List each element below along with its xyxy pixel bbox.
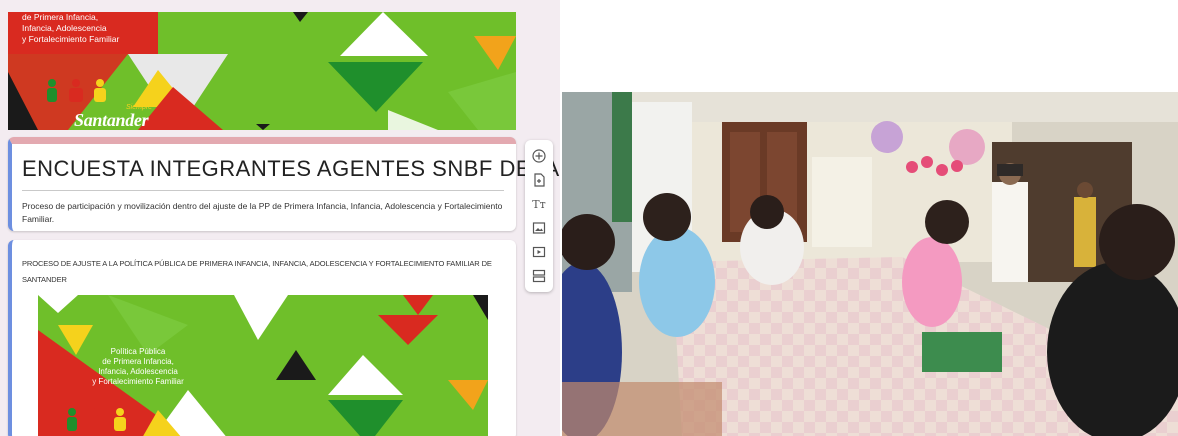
header-banner: de Primera Infancia, Infancia, Adolescen…: [8, 12, 516, 130]
form-description[interactable]: Proceso de participación y movilización …: [22, 200, 504, 226]
question-image-text: Política Pública de Primera Infancia, In…: [78, 347, 198, 387]
image-line-1: Política Pública: [110, 347, 166, 356]
workshop-photo: [562, 92, 1178, 436]
banner-line-2: Infancia, Adolescencia: [22, 23, 107, 33]
image-line-4: y Fortalecimiento Familiar: [92, 377, 184, 386]
question-card[interactable]: PROCESO DE AJUSTE A LA POLÍTICA PÚBLICA …: [8, 240, 516, 436]
image-line-3: Infancia, Adolescencia: [98, 367, 178, 376]
video-icon[interactable]: [529, 242, 549, 262]
banner-line-1: de Primera Infancia,: [22, 12, 99, 22]
question-text[interactable]: PROCESO DE AJUSTE A LA POLÍTICA PÚBLICA …: [22, 256, 504, 288]
form-header-card[interactable]: ENCUESTA INTEGRANTES AGENTES SNBF DEPART…: [8, 137, 560, 231]
form-title[interactable]: ENCUESTA INTEGRANTES AGENTES SNBF DEPART…: [22, 156, 560, 191]
title-icon[interactable]: Tт: [529, 194, 549, 214]
section-icon[interactable]: [529, 266, 549, 286]
image-icon[interactable]: [529, 218, 549, 238]
import-icon[interactable]: [529, 170, 549, 190]
banner-title-text: de Primera Infancia, Infancia, Adolescen…: [22, 12, 172, 45]
form-floating-toolbar: Tт: [525, 140, 553, 292]
question-image[interactable]: Política Pública de Primera Infancia, In…: [38, 295, 488, 436]
form-editor: de Primera Infancia, Infancia, Adolescen…: [0, 0, 560, 436]
banner-line-3: y Fortalecimiento Familiar: [22, 34, 120, 44]
image-line-2: de Primera Infancia,: [102, 357, 174, 366]
add-circle-icon[interactable]: [529, 146, 549, 166]
santander-logo: Santander: [74, 110, 149, 130]
